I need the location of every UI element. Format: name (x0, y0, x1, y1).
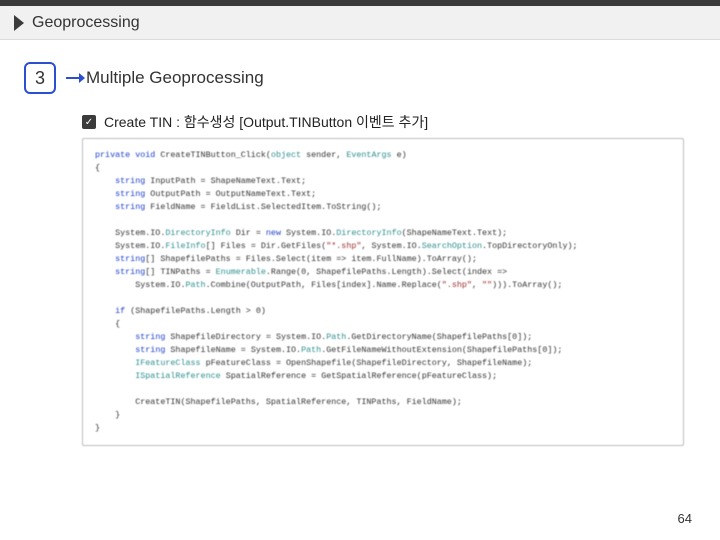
code-block: private void CreateTINButton_Click(objec… (82, 138, 684, 446)
code-text: private void CreateTINButton_Click(objec… (95, 149, 671, 435)
section-number-badge: 3 (24, 62, 56, 94)
title-arrow-icon (14, 15, 24, 31)
page-number: 64 (678, 511, 692, 526)
slide-title-bar: Geoprocessing (0, 6, 720, 40)
subtitle-text: Create TIN : 함수생성 [Output.TINButton 이벤트 … (104, 112, 428, 132)
slide-content: 3 Multiple Geoprocessing ✓ Create TIN : … (0, 40, 720, 446)
section-title: Multiple Geoprocessing (86, 68, 264, 88)
section-heading-row: 3 Multiple Geoprocessing (24, 62, 684, 94)
subtitle-row: ✓ Create TIN : 함수생성 [Output.TINButton 이벤… (24, 112, 684, 132)
connector-arrow-icon (66, 77, 80, 79)
check-icon: ✓ (82, 115, 96, 129)
page-title: Geoprocessing (32, 14, 140, 32)
